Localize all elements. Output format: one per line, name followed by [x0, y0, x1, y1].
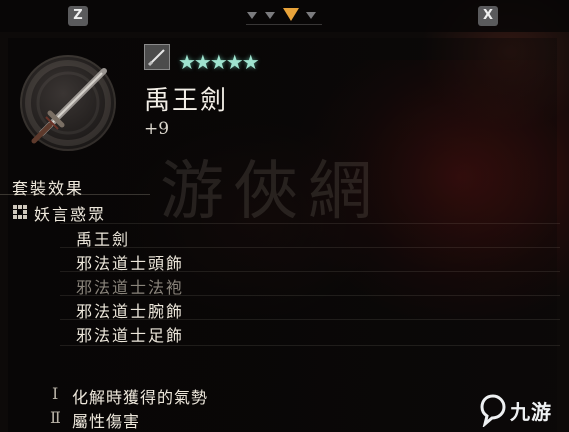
header-divider: [0, 194, 150, 195]
row-divider: [60, 319, 560, 320]
set-piece-5: 邪法道士足飾: [76, 326, 185, 345]
page-indicator-bar: [246, 24, 322, 25]
rarity-stars: ★★★★★: [178, 50, 260, 74]
next-key-button[interactable]: X: [478, 6, 498, 26]
row-divider: [60, 223, 560, 224]
set-effect-1: 化解時獲得的氣勢: [72, 388, 209, 407]
prev-key-button[interactable]: Z: [68, 6, 88, 26]
page-indicator-1[interactable]: [247, 12, 257, 19]
effect-numeral-1: Ⅰ: [52, 384, 59, 403]
set-effect-header: 套裝效果: [12, 179, 85, 198]
page-indicator-4[interactable]: [306, 12, 316, 19]
row-divider: [60, 247, 560, 248]
sword-type-icon: [144, 44, 170, 70]
set-name: 妖言惑眾: [34, 205, 107, 224]
effect-numeral-2: Ⅱ: [50, 408, 61, 427]
set-effect-2: 屬性傷害: [72, 412, 141, 431]
top-bar: Z X: [0, 0, 569, 32]
sword-icon: [20, 55, 116, 151]
page-indicator-2[interactable]: [265, 12, 275, 19]
watermark: 游俠網: [160, 155, 382, 229]
page-indicator-active[interactable]: [283, 8, 299, 21]
item-name: 禹王劍: [144, 86, 229, 116]
row-divider: [60, 345, 560, 346]
row-divider: [60, 295, 560, 296]
logo-text: 九游: [510, 400, 552, 424]
upgrade-level: +9: [144, 119, 170, 139]
set-grid-icon: [13, 205, 27, 219]
row-divider: [60, 271, 560, 272]
